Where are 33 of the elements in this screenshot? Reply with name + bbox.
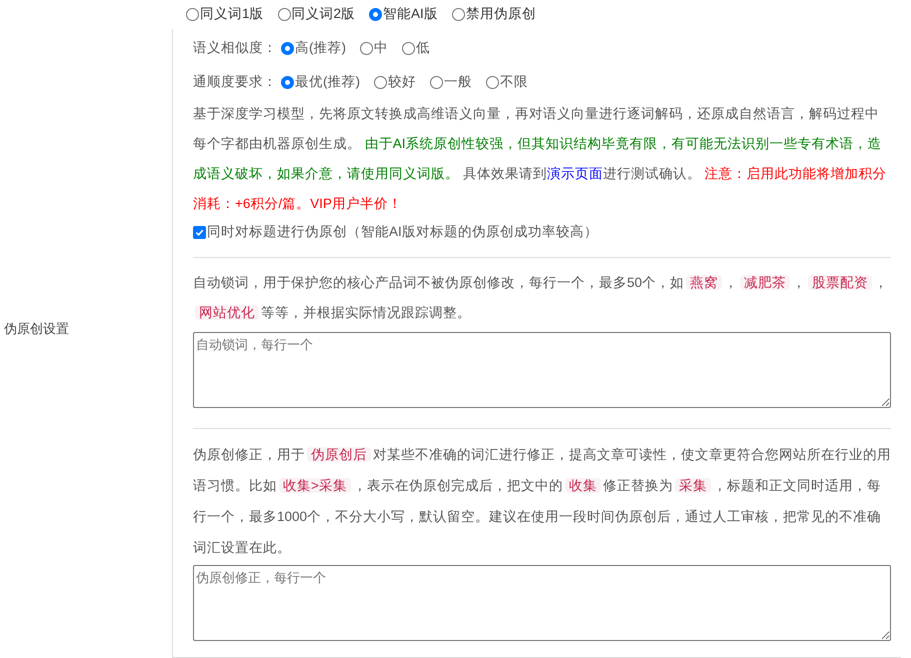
lock-description: 自动锁词，用于保护您的核心产品词不被伪原创修改，每行一个，最多50个，如 燕窝 ， 减肥茶 ， 股票配资 ， 网站优化 等等，并根据实际情况跟踪调整。: [193, 274, 890, 322]
option-label[interactable]: 高(推荐): [295, 38, 346, 58]
similarity-label: 语义相似度：: [193, 38, 277, 57]
radio-button[interactable]: [486, 76, 499, 88]
input-field[interactable]: 伪原创修正，每行一个: [193, 565, 891, 641]
checkbox[interactable]: [193, 226, 206, 238]
ai-description: 基于深度学习模型，先将原文转换成高维语义向量，再对语义向量进行逐词解码，还原成自然语言，解码过程中每个字都由机器原创生成。 由于AI系统原创性较强，但其知识结构毕竟有限，有可能无法识别一些专有术语，造成语义破坏，如果介意，请使用同义词版。 具体效果请到演示页面进行测试确认。 注意：启用此功能将增加积分消耗：+6积分/篇。VIP用户半价！: [193, 105, 888, 213]
radio-button[interactable]: [186, 8, 199, 21]
fluency-label: 通顺度要求：: [193, 72, 277, 91]
radio-button[interactable]: [430, 76, 443, 88]
fix-description: 伪原创修正，用于 伪原创后 对某些不准确的词汇进行修正，提高文章可读性，使文章更符合您网站所在行业的用语习惯。比如 收集>采集 ，表示在伪原创完成后，把文中的 收集 修正替换为 采集 ，标题和正文同时适用，每行一个，最多1000个，不分大小写，默认留空。建议在使用一段时间伪原创后，通过人工审核，把常见的不准确词汇设置在此。: [193, 446, 891, 557]
option-label[interactable]: 不限: [500, 72, 528, 92]
option-label[interactable]: 禁用伪原创: [466, 4, 536, 25]
radio-button[interactable]: [369, 8, 382, 21]
radio-button[interactable]: [374, 76, 387, 88]
input-field[interactable]: 自动锁词，每行一个: [193, 332, 891, 408]
radio-button[interactable]: [278, 8, 291, 21]
field-label: 伪原创设置: [4, 320, 69, 338]
radio-button[interactable]: [281, 42, 294, 54]
option-label[interactable]: 智能AI版: [383, 4, 438, 25]
option-label[interactable]: 同义词1版: [200, 4, 264, 25]
option-label[interactable]: 最优(推荐): [295, 72, 360, 92]
radio-button[interactable]: [402, 42, 415, 54]
option-label[interactable]: 较好: [388, 72, 416, 92]
radio-button[interactable]: [360, 42, 373, 54]
radio-button[interactable]: [452, 8, 465, 21]
radio-button[interactable]: [281, 76, 294, 88]
checkbox-label[interactable]: 同时对标题进行伪原创（智能AI版对标题的伪原创成功率较高）: [207, 222, 598, 242]
option-label[interactable]: 低: [416, 38, 430, 58]
demo-link[interactable]: 演示页面: [546, 166, 603, 181]
option-label[interactable]: 一般: [444, 72, 472, 92]
option-label[interactable]: 同义词2版: [292, 4, 356, 25]
option-label[interactable]: 中: [374, 38, 388, 58]
